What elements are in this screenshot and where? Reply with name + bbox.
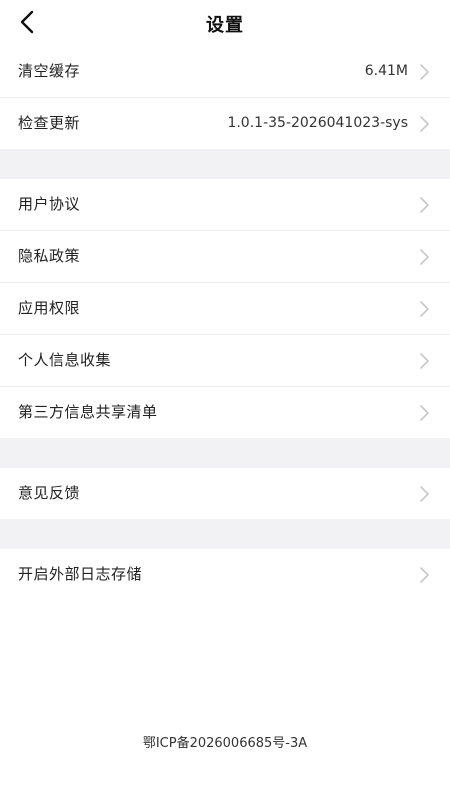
external-log-storage-label: 开启外部日志存储 bbox=[18, 565, 143, 583]
feedback-label: 意见反馈 bbox=[18, 484, 81, 502]
app-permissions-label: 应用权限 bbox=[18, 299, 81, 317]
chevron-right-icon bbox=[418, 485, 430, 503]
chevron-right-icon bbox=[418, 115, 430, 133]
version-value: 1.0.1-35-2026041023-sys bbox=[227, 115, 408, 131]
privacy-policy-item[interactable]: 隐私政策 bbox=[0, 231, 450, 283]
clear-cache-label: 清空缓存 bbox=[18, 62, 81, 80]
chevron-right-icon bbox=[418, 352, 430, 370]
section-separator bbox=[0, 438, 450, 468]
icp-record-text: 鄂ICP备2026006685号-3A bbox=[142, 736, 308, 751]
check-update-item[interactable]: 检查更新 1.0.1-35-2026041023-sys bbox=[0, 98, 450, 149]
third-party-sharing-label: 第三方信息共享清单 bbox=[18, 403, 158, 421]
section-separator bbox=[0, 149, 450, 179]
chevron-right-icon bbox=[418, 566, 430, 584]
app-permissions-item[interactable]: 应用权限 bbox=[0, 283, 450, 335]
page-title: 设置 bbox=[206, 15, 244, 36]
chevron-right-icon bbox=[418, 300, 430, 318]
user-agreement-label: 用户协议 bbox=[18, 195, 81, 213]
chevron-right-icon bbox=[418, 248, 430, 266]
personal-info-collection-item[interactable]: 个人信息收集 bbox=[0, 335, 450, 387]
privacy-policy-label: 隐私政策 bbox=[18, 247, 81, 265]
check-update-label: 检查更新 bbox=[18, 114, 81, 132]
top-bar: 设置 bbox=[0, 0, 450, 46]
external-log-storage-item[interactable]: 开启外部日志存储 bbox=[0, 549, 450, 600]
cache-size-value: 6.41M bbox=[364, 63, 408, 79]
chevron-right-icon bbox=[418, 404, 430, 422]
personal-info-collection-label: 个人信息收集 bbox=[18, 351, 112, 369]
user-agreement-item[interactable]: 用户协议 bbox=[0, 179, 450, 231]
chevron-right-icon bbox=[418, 196, 430, 214]
settings-list: 清空缓存 6.41M 检查更新 1.0.1-35-2026041023-sys … bbox=[0, 46, 450, 600]
clear-cache-item[interactable]: 清空缓存 6.41M bbox=[0, 46, 450, 98]
chevron-right-icon bbox=[418, 63, 430, 81]
third-party-sharing-item[interactable]: 第三方信息共享清单 bbox=[0, 387, 450, 438]
feedback-item[interactable]: 意见反馈 bbox=[0, 468, 450, 519]
section-separator bbox=[0, 519, 450, 549]
